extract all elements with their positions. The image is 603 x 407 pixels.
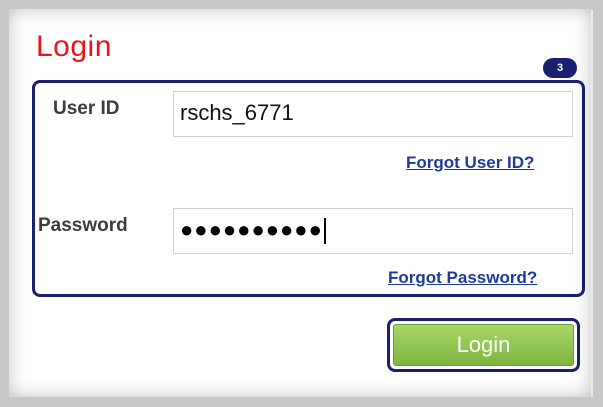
user-id-label: User ID — [53, 98, 120, 119]
forgot-password-link[interactable]: Forgot Password? — [388, 268, 537, 288]
password-input[interactable]: ●●●●●●●●●● — [173, 208, 573, 254]
user-id-value: rschs_6771 — [180, 100, 294, 125]
step-badge: 3 — [543, 58, 577, 78]
page-title: Login — [36, 30, 112, 63]
text-caret — [323, 218, 326, 245]
user-id-input[interactable]: rschs_6771 — [173, 91, 573, 137]
forgot-user-id-link[interactable]: Forgot User ID? — [406, 153, 534, 173]
login-button-highlight: Login — [387, 318, 580, 372]
password-label: Password — [38, 215, 128, 236]
password-masked-value: ●●●●●●●●●● — [180, 217, 323, 242]
login-button[interactable]: Login — [393, 324, 574, 366]
